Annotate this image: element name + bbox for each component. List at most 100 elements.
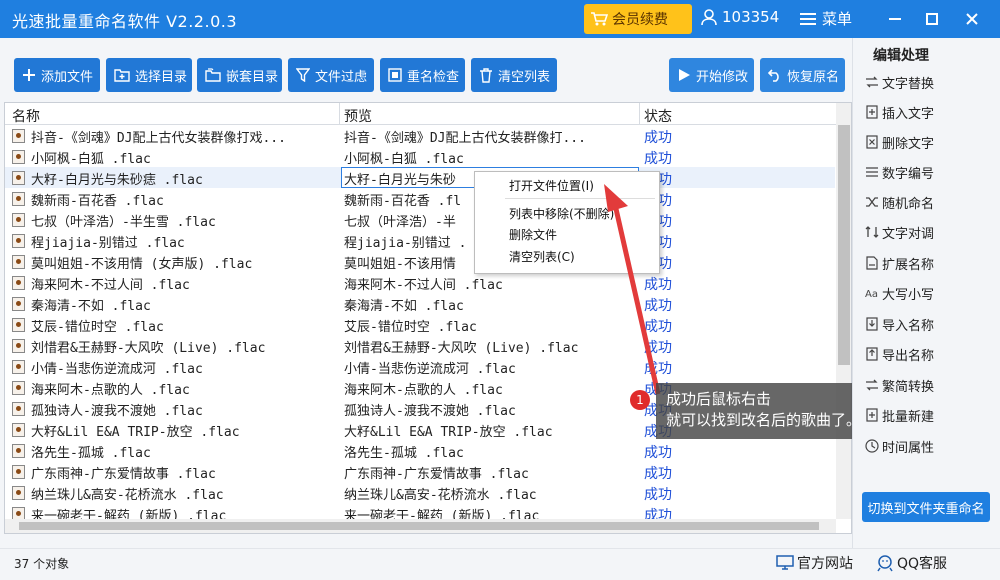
table-row[interactable]: 抖音-《剑魂》DJ配上古代女装群像打戏... 抖音-《剑魂》DJ配上古代女装群像打… xyxy=(5,125,835,146)
audio-file-icon xyxy=(12,297,25,311)
rename-check-button[interactable]: 重名检查 xyxy=(380,58,465,92)
vip-renew-label: 会员续费 xyxy=(612,12,668,28)
restore-name-button[interactable]: 恢复原名 xyxy=(760,58,845,92)
hamburger-icon xyxy=(800,12,816,25)
row-preview: 抖音-《剑魂》DJ配上古代女装群像打... xyxy=(344,131,586,146)
qq-support-link[interactable]: QQ客服 xyxy=(876,553,947,573)
case-label: 大写小写 xyxy=(882,287,935,303)
nested-dir-button[interactable]: 嵌套目录 xyxy=(197,58,282,92)
table-row[interactable]: 莫叫姐姐-不该用情 (女声版) .flac莫叫姐姐-不该用情成功 xyxy=(5,251,835,272)
horizontal-scroll-thumb[interactable] xyxy=(19,522,819,530)
table-row[interactable]: 小阿枫-白狐 .flac 小阿枫-白狐 .flac 成功 xyxy=(5,146,835,167)
table-row[interactable]: 刘惜君&王赫野-大风吹 (Live) .flac 刘惜君&王赫野-大风吹 (Liv… xyxy=(5,335,835,356)
vertical-scroll-thumb[interactable] xyxy=(838,125,850,365)
audio-file-icon xyxy=(12,444,25,458)
row-status: 成功 xyxy=(644,487,672,503)
row-name: 秦海清-不如 .flac xyxy=(31,299,151,314)
insert-text-label: 插入文字 xyxy=(882,106,935,122)
menu-open-file-location[interactable]: 打开文件位置(I) xyxy=(509,177,594,194)
rename-check-label: 重名检查 xyxy=(407,69,460,85)
switch-folder-rename-button[interactable]: 切换到文件夹重命名 xyxy=(862,492,990,522)
minimize-button[interactable] xyxy=(882,6,908,32)
random-name-item[interactable]: 随机命名 xyxy=(865,192,934,212)
swap-text-item[interactable]: 文字对调 xyxy=(865,222,934,242)
row-name: 刘惜君&王赫野-大风吹 (Live) .flac xyxy=(31,341,266,356)
start-rename-button[interactable]: 开始修改 xyxy=(669,58,754,92)
audio-file-icon xyxy=(12,381,25,395)
app-title: 光速批量重命名软件 V2.2.0.3 xyxy=(12,12,238,31)
menu-clear-list[interactable]: 清空列表(C) xyxy=(509,248,575,265)
close-button[interactable] xyxy=(959,6,985,32)
extension-label: 扩展名称 xyxy=(882,257,935,273)
clear-list-button[interactable]: 清空列表 xyxy=(471,58,557,92)
select-dir-button[interactable]: 选择目录 xyxy=(106,58,192,92)
table-row[interactable]: 广东雨神-广东爱情故事 .flac 广东雨神-广东爱情故事 .flac 成功 xyxy=(5,461,835,482)
insert-text-item[interactable]: 插入文字 xyxy=(865,102,934,122)
batch-create-label: 批量新建 xyxy=(882,409,935,425)
time-attr-item[interactable]: 时间属性 xyxy=(865,436,934,456)
case-item[interactable]: Aa 大写小写 xyxy=(865,283,934,303)
menu-button[interactable]: 菜单 xyxy=(800,8,852,29)
number-item[interactable]: 数字编号 xyxy=(865,162,934,182)
extension-item[interactable]: 扩展名称 xyxy=(865,253,934,273)
user-icon xyxy=(701,9,717,26)
row-preview: 大籽&Lil E&A TRIP-放空 .flac xyxy=(344,425,553,440)
file-filter-button[interactable]: 文件过虑 xyxy=(288,58,374,92)
table-body: 抖音-《剑魂》DJ配上古代女装群像打戏... 抖音-《剑魂》DJ配上古代女装群像打… xyxy=(5,125,835,524)
delete-text-item[interactable]: 删除文字 xyxy=(865,132,934,152)
duplicate-check-icon xyxy=(388,68,402,82)
row-name: 魏新雨-百花香 .flac xyxy=(31,194,164,209)
row-name: 大籽-白月光与朱砂痣 .flac xyxy=(31,173,203,188)
export-names-item[interactable]: 导出名称 xyxy=(865,344,934,364)
vip-renew-button[interactable]: 会员续费 xyxy=(584,4,692,34)
audio-file-icon xyxy=(12,423,25,437)
official-site-label: 官方网站 xyxy=(797,556,853,572)
table-row[interactable]: 七叔（叶泽浩）-半生雪 .flac七叔（叶泽浩）-半成功 xyxy=(5,209,835,230)
batch-create-item[interactable]: 批量新建 xyxy=(865,405,934,425)
table-row[interactable]: 程jiajia-别错过 .flac程jiajia-别错过 .成功 xyxy=(5,230,835,251)
table-row[interactable]: 小倩-当悲伤逆流成河 .flac 小倩-当悲伤逆流成河 .flac 成功 xyxy=(5,356,835,377)
panel-title: 编辑处理 xyxy=(873,48,929,64)
swap-icon xyxy=(866,76,878,88)
header-name[interactable]: 名称 xyxy=(12,106,40,126)
column-divider[interactable] xyxy=(639,103,640,125)
official-site-link[interactable]: 官方网站 xyxy=(776,553,853,573)
tip-line-2: 就可以找到改名后的歌曲了。 xyxy=(666,411,862,429)
user-account[interactable]: 103354 xyxy=(700,8,779,26)
row-status: 成功 xyxy=(644,130,672,146)
row-preview: 小阿枫-白狐 .flac xyxy=(344,152,464,167)
convert-item[interactable]: 繁简转换 xyxy=(865,375,934,395)
row-preview: 海来阿木-点歌的人 .flac xyxy=(344,383,503,398)
import-names-item[interactable]: 导入名称 xyxy=(865,314,934,334)
tip-badge: 1 xyxy=(630,390,650,410)
tip-line-1: 成功后鼠标右击 xyxy=(666,390,772,408)
row-name: 七叔（叶泽浩）-半生雪 .flac xyxy=(31,215,216,230)
row-name: 海来阿木-不过人间 .flac xyxy=(31,278,190,293)
folder-add-icon xyxy=(114,69,130,82)
row-name: 大籽&Lil E&A TRIP-放空 .flac xyxy=(31,425,240,440)
column-divider[interactable] xyxy=(339,103,340,125)
maximize-button[interactable] xyxy=(919,6,945,32)
audio-file-icon xyxy=(12,465,25,479)
header-status[interactable]: 状态 xyxy=(644,106,672,126)
row-name: 小阿枫-白狐 .flac xyxy=(31,152,151,167)
table-row[interactable]: 艾辰-错位时空 .flac 艾辰-错位时空 .flac 成功 xyxy=(5,314,835,335)
row-preview: 洛先生-孤城 .flac xyxy=(344,446,464,461)
menu-remove-from-list[interactable]: 列表中移除(不删除) xyxy=(509,205,614,222)
delete-text-label: 删除文字 xyxy=(882,136,935,152)
close-icon xyxy=(966,13,978,25)
cart-icon xyxy=(591,12,608,26)
header-preview[interactable]: 预览 xyxy=(344,106,372,126)
table-row[interactable]: 魏新雨-百花香 .flac魏新雨-百花香 .fl成功 xyxy=(5,188,835,209)
row-name: 纳兰珠儿&高安-花桥流水 .flac xyxy=(31,488,224,503)
table-row[interactable]: 纳兰珠儿&高安-花桥流水 .flac 纳兰珠儿&高安-花桥流水 .flac 成功 xyxy=(5,482,835,503)
table-row-selected[interactable]: 大籽-白月光与朱砂痣 .flac大籽-白月光与朱砂成功 xyxy=(5,167,835,188)
table-row[interactable]: 秦海清-不如 .flac 秦海清-不如 .flac 成功 xyxy=(5,293,835,314)
table-row[interactable]: 海来阿木-不过人间 .flac 海来阿木-不过人间 .flac 成功 xyxy=(5,272,835,293)
menu-delete-file[interactable]: 删除文件 xyxy=(509,226,557,243)
select-dir-label: 选择目录 xyxy=(135,69,188,85)
replace-text-item[interactable]: 文字替换 xyxy=(865,72,934,92)
table-row[interactable]: 洛先生-孤城 .flac 洛先生-孤城 .flac 成功 xyxy=(5,440,835,461)
shuffle-icon xyxy=(866,197,878,207)
add-files-button[interactable]: 添加文件 xyxy=(14,58,100,92)
